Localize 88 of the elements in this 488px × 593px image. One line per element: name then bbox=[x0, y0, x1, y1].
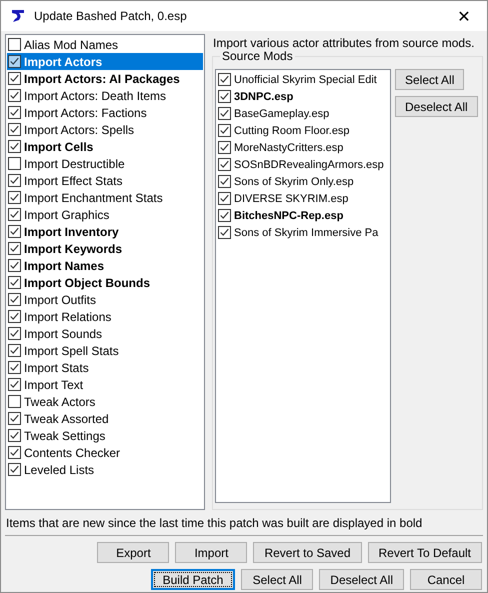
checkbox[interactable] bbox=[8, 378, 21, 391]
patcher-item[interactable]: Import Keywords bbox=[7, 240, 203, 257]
checkbox[interactable] bbox=[8, 55, 21, 68]
checkbox[interactable] bbox=[218, 124, 231, 137]
checkbox[interactable] bbox=[8, 361, 21, 374]
patcher-item[interactable]: Import Text bbox=[7, 376, 203, 393]
dialog-button[interactable]: Build Patch bbox=[150, 569, 236, 590]
checkbox[interactable] bbox=[218, 209, 231, 222]
mod-select-button[interactable]: Deselect All bbox=[395, 96, 478, 117]
checkbox[interactable] bbox=[8, 38, 21, 51]
source-mod-item[interactable]: Unofficial Skyrim Special Edit bbox=[217, 71, 390, 88]
dialog-button[interactable]: Deselect All bbox=[319, 569, 404, 590]
source-mod-item[interactable]: SOSnBDRevealingArmors.esp bbox=[217, 156, 390, 173]
patcher-item[interactable]: Import Actors: Spells bbox=[7, 121, 203, 138]
patcher-item[interactable]: Contents Checker bbox=[7, 444, 203, 461]
patcher-item[interactable]: Leveled Lists bbox=[7, 461, 203, 478]
patcher-item[interactable]: Import Sounds bbox=[7, 325, 203, 342]
patcher-item[interactable]: Import Destructible bbox=[7, 155, 203, 172]
patcher-item[interactable]: Import Graphics bbox=[7, 206, 203, 223]
patcher-item[interactable]: Import Names bbox=[7, 257, 203, 274]
patcher-item[interactable]: Import Actors: Death Items bbox=[7, 87, 203, 104]
checkbox[interactable] bbox=[8, 208, 21, 221]
bold-note: Items that are new since the last time this patch was built are displayed in bold bbox=[5, 516, 424, 532]
source-mod-item[interactable]: Sons of Skyrim Only.esp bbox=[217, 173, 390, 190]
patcher-item[interactable]: Import Outfits bbox=[7, 291, 203, 308]
checkbox[interactable] bbox=[218, 141, 231, 154]
patcher-item[interactable]: Import Object Bounds bbox=[7, 274, 203, 291]
checkbox[interactable] bbox=[8, 174, 21, 187]
patcher-item[interactable]: Import Relations bbox=[7, 308, 203, 325]
checkbox[interactable] bbox=[8, 293, 21, 306]
checkbox[interactable] bbox=[8, 446, 21, 459]
patcher-item[interactable]: Import Enchantment Stats bbox=[7, 189, 203, 206]
source-mod-item[interactable]: BitchesNPC-Rep.esp bbox=[217, 207, 390, 224]
checkbox[interactable] bbox=[8, 412, 21, 425]
patcher-item[interactable]: Import Cells bbox=[7, 138, 203, 155]
patcher-item[interactable]: Import Actors: Factions bbox=[7, 104, 203, 121]
patcher-item[interactable]: Alias Mod Names bbox=[7, 36, 203, 53]
checkbox[interactable] bbox=[8, 310, 21, 323]
patcher-item[interactable]: Tweak Settings bbox=[7, 427, 203, 444]
checkbox[interactable] bbox=[218, 90, 231, 103]
checkbox[interactable] bbox=[8, 123, 21, 136]
patcher-item[interactable]: Import Effect Stats bbox=[7, 172, 203, 189]
checkbox[interactable] bbox=[8, 344, 21, 357]
group-title: Source Mods bbox=[220, 49, 295, 63]
source-mod-item[interactable]: 3DNPC.esp bbox=[217, 88, 390, 105]
patcher-item[interactable]: Tweak Actors bbox=[7, 393, 203, 410]
checkbox[interactable] bbox=[218, 175, 231, 188]
checkbox[interactable] bbox=[8, 106, 21, 119]
source-mod-item[interactable]: BaseGameplay.esp bbox=[217, 105, 390, 122]
checkbox[interactable] bbox=[8, 276, 21, 289]
patcher-item[interactable]: Import Spell Stats bbox=[7, 342, 203, 359]
checkbox[interactable] bbox=[218, 107, 231, 120]
source-mod-item[interactable]: MoreNastyCritters.esp bbox=[217, 139, 390, 156]
mod-select-button[interactable]: Select All bbox=[395, 69, 464, 90]
checkbox[interactable] bbox=[218, 192, 231, 205]
checkbox[interactable] bbox=[8, 463, 21, 476]
checkbox[interactable] bbox=[218, 226, 231, 239]
app-logo-icon bbox=[10, 8, 26, 24]
checkbox[interactable] bbox=[218, 158, 231, 171]
source-mod-item[interactable]: Sons of Skyrim Immersive Pa bbox=[217, 224, 390, 241]
dialog-button[interactable]: Select All bbox=[241, 569, 314, 590]
dialog-button[interactable]: Import bbox=[175, 542, 248, 563]
checkbox[interactable] bbox=[8, 191, 21, 204]
checkbox[interactable] bbox=[8, 225, 21, 238]
patcher-item[interactable]: Import Actors: AI Packages bbox=[7, 70, 203, 87]
dialog-button[interactable]: Cancel bbox=[410, 569, 482, 590]
source-mod-item[interactable]: DIVERSE SKYRIM.esp bbox=[217, 190, 390, 207]
checkbox[interactable] bbox=[8, 259, 21, 272]
window-title: Update Bashed Patch, 0.esp bbox=[34, 9, 187, 23]
checkbox[interactable] bbox=[8, 89, 21, 102]
checkbox[interactable] bbox=[8, 395, 21, 408]
close-button[interactable]: ✕ bbox=[441, 1, 487, 31]
dialog-button[interactable]: Revert To Default bbox=[368, 542, 482, 563]
checkbox[interactable] bbox=[8, 140, 21, 153]
patcher-item[interactable]: Import Stats bbox=[7, 359, 203, 376]
patcher-item[interactable]: Import Actors bbox=[7, 53, 203, 70]
checkbox[interactable] bbox=[8, 327, 21, 340]
patcher-description: Import various actor attributes from source mods. bbox=[212, 35, 476, 51]
patcher-item[interactable]: Tweak Assorted bbox=[7, 410, 203, 427]
checkbox[interactable] bbox=[8, 72, 21, 85]
dialog-button[interactable]: Revert to Saved bbox=[253, 542, 362, 563]
checkbox[interactable] bbox=[8, 429, 21, 442]
dialog-button[interactable]: Export bbox=[97, 542, 170, 563]
checkbox[interactable] bbox=[8, 242, 21, 255]
source-mod-item[interactable]: Cutting Room Floor.esp bbox=[217, 122, 390, 139]
patcher-item[interactable]: Import Inventory bbox=[7, 223, 203, 240]
checkbox[interactable] bbox=[8, 157, 21, 170]
checkbox[interactable] bbox=[218, 73, 231, 86]
